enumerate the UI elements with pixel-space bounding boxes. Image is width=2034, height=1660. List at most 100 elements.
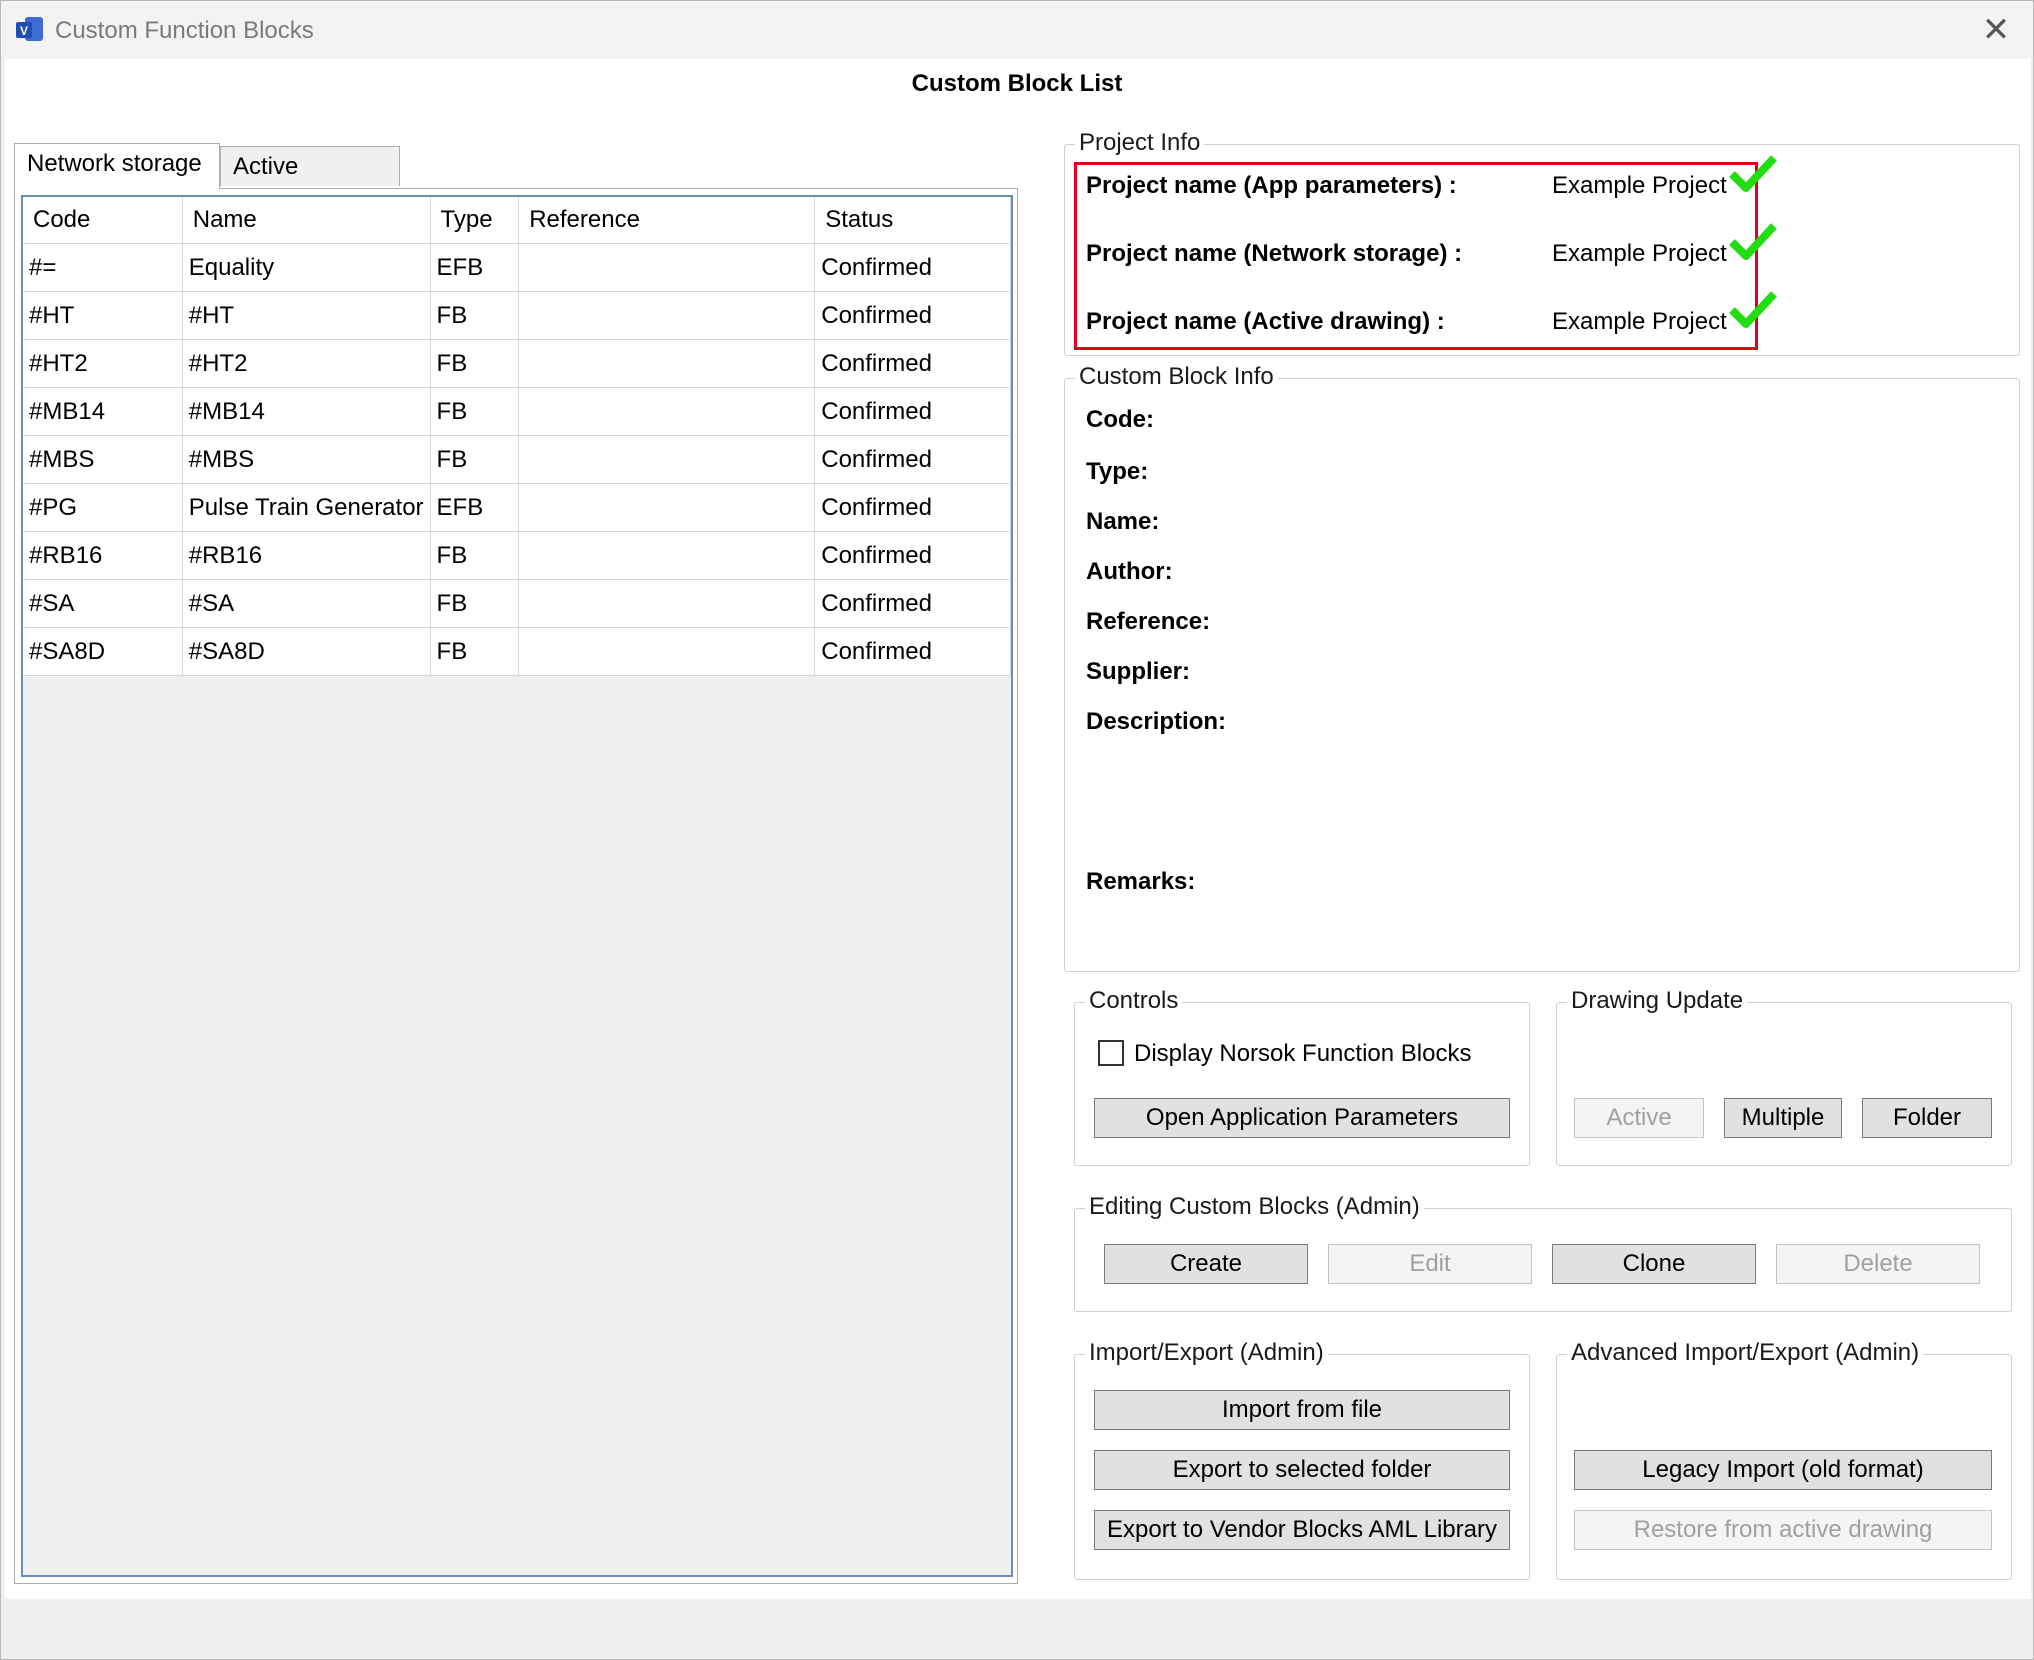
table-row[interactable]: #HT2 #HT2 FB Confirmed <box>23 339 1011 388</box>
cell-type: EFB <box>430 243 520 292</box>
cell-status: Confirmed <box>814 291 1011 340</box>
cell-name: #HT <box>182 291 431 340</box>
reference-label: Reference: <box>1086 608 1211 635</box>
project-name-network-value: Example Project <box>1552 240 1727 267</box>
cell-status: Confirmed <box>814 243 1011 292</box>
column-header-status[interactable]: Status <box>814 197 1011 244</box>
table-body: #= Equality EFB Confirmed #HT #HT FB Confirmed #… <box>23 243 1011 676</box>
cell-type: EFB <box>430 483 520 532</box>
restore-from-drawing-button[interactable]: Restore from active drawing <box>1574 1510 1992 1550</box>
green-check-icon <box>1729 291 1777 328</box>
cell-reference <box>518 339 816 388</box>
custom-block-grid[interactable]: Code Name Type Reference Status #= Equali… <box>21 195 1013 1577</box>
cell-reference <box>518 483 816 532</box>
svg-text:V: V <box>20 24 28 38</box>
advanced-import-export-title: Advanced Import/Export (Admin) <box>1567 1339 1924 1367</box>
cell-name: #HT2 <box>182 339 431 388</box>
tab-panel-network-storage: Code Name Type Reference Status #= Equali… <box>14 188 1018 1584</box>
project-name-app-value: Example Project <box>1552 172 1727 199</box>
column-header-code[interactable]: Code <box>23 197 183 244</box>
table-row[interactable]: #MBS #MBS FB Confirmed <box>23 435 1011 484</box>
cell-status: Confirmed <box>814 531 1011 580</box>
column-header-reference[interactable]: Reference <box>518 197 816 244</box>
column-header-name[interactable]: Name <box>182 197 431 244</box>
project-info-title: Project Info <box>1075 129 1205 157</box>
active-button[interactable]: Active <box>1574 1098 1704 1138</box>
multiple-button[interactable]: Multiple <box>1724 1098 1842 1138</box>
cell-name: #MBS <box>182 435 431 484</box>
clone-button[interactable]: Clone <box>1552 1244 1756 1284</box>
author-label: Author: <box>1086 558 1173 585</box>
table-row[interactable]: #HT #HT FB Confirmed <box>23 291 1011 340</box>
cell-status: Confirmed <box>814 627 1011 676</box>
norsok-checkbox-label[interactable]: Display Norsok Function Blocks <box>1134 1040 1471 1068</box>
import-export-title: Import/Export (Admin) <box>1085 1339 1328 1367</box>
remarks-label: Remarks: <box>1086 868 1196 895</box>
cell-type: FB <box>430 435 520 484</box>
folder-button[interactable]: Folder <box>1862 1098 1992 1138</box>
table-row[interactable]: #MB14 #MB14 FB Confirmed <box>23 387 1011 436</box>
cell-code: #RB16 <box>23 531 183 580</box>
import-from-file-button[interactable]: Import from file <box>1094 1390 1510 1430</box>
project-name-network-label: Project name (Network storage) : <box>1086 240 1463 267</box>
cell-reference <box>518 291 816 340</box>
cell-name: Equality <box>182 243 431 292</box>
visio-icon: V <box>16 17 43 41</box>
cell-reference <box>518 579 816 628</box>
cell-code: #MB14 <box>23 387 183 436</box>
tab-network-storage[interactable]: Network storage <box>14 143 220 189</box>
cell-name: #MB14 <box>182 387 431 436</box>
cell-type: FB <box>430 531 520 580</box>
editing-custom-blocks-title: Editing Custom Blocks (Admin) <box>1085 1193 1424 1221</box>
supplier-label: Supplier: <box>1086 658 1191 685</box>
title-bar[interactable]: V Custom Function Blocks ✕ <box>1 1 2033 59</box>
export-aml-library-button[interactable]: Export to Vendor Blocks AML Library <box>1094 1510 1510 1550</box>
window-title: Custom Function Blocks <box>55 17 314 44</box>
norsok-checkbox[interactable] <box>1098 1040 1124 1066</box>
column-header-type[interactable]: Type <box>430 197 520 244</box>
open-application-parameters-button[interactable]: Open Application Parameters <box>1094 1098 1510 1138</box>
cell-status: Confirmed <box>814 387 1011 436</box>
table-row[interactable]: #SA8D #SA8D FB Confirmed <box>23 627 1011 676</box>
project-name-drawing-label: Project name (Active drawing) : <box>1086 308 1445 335</box>
cell-code: #= <box>23 243 183 292</box>
create-button[interactable]: Create <box>1104 1244 1308 1284</box>
cell-name: #SA <box>182 579 431 628</box>
page-title: Custom Block List <box>911 70 1123 97</box>
cell-reference <box>518 387 816 436</box>
table-row[interactable]: #= Equality EFB Confirmed <box>23 243 1011 292</box>
cell-name: Pulse Train Generator <box>182 483 431 532</box>
code-label: Code: <box>1086 406 1154 433</box>
cell-code: #MBS <box>23 435 183 484</box>
edit-button[interactable]: Edit <box>1328 1244 1532 1284</box>
tab-active-drawing[interactable]: Active Drawing <box>220 146 400 220</box>
table-row[interactable]: #PG Pulse Train Generator EFB Confirmed <box>23 483 1011 532</box>
cell-type: FB <box>430 579 520 628</box>
table-header-row: Code Name Type Reference Status <box>23 197 1011 244</box>
cell-status: Confirmed <box>814 483 1011 532</box>
cell-status: Confirmed <box>814 339 1011 388</box>
export-to-folder-button[interactable]: Export to selected folder <box>1094 1450 1510 1490</box>
description-label: Description: <box>1086 708 1227 735</box>
delete-button[interactable]: Delete <box>1776 1244 1980 1284</box>
cell-type: FB <box>430 387 520 436</box>
cell-type: FB <box>430 291 520 340</box>
cell-code: #HT <box>23 291 183 340</box>
controls-title: Controls <box>1085 987 1183 1015</box>
table-row[interactable]: #RB16 #RB16 FB Confirmed <box>23 531 1011 580</box>
name-label: Name: <box>1086 508 1160 535</box>
green-check-icon <box>1729 223 1777 260</box>
cell-reference <box>518 243 816 292</box>
cell-type: FB <box>430 627 520 676</box>
cell-status: Confirmed <box>814 435 1011 484</box>
legacy-import-button[interactable]: Legacy Import (old format) <box>1574 1450 1992 1490</box>
close-icon[interactable]: ✕ <box>1973 9 2019 51</box>
drawing-update-title: Drawing Update <box>1567 987 1748 1015</box>
cell-reference <box>518 531 816 580</box>
cell-reference <box>518 435 816 484</box>
project-name-app-label: Project name (App parameters) : <box>1086 172 1457 199</box>
cell-code: #PG <box>23 483 183 532</box>
cell-name: #RB16 <box>182 531 431 580</box>
table-row[interactable]: #SA #SA FB Confirmed <box>23 579 1011 628</box>
cell-code: #SA <box>23 579 183 628</box>
